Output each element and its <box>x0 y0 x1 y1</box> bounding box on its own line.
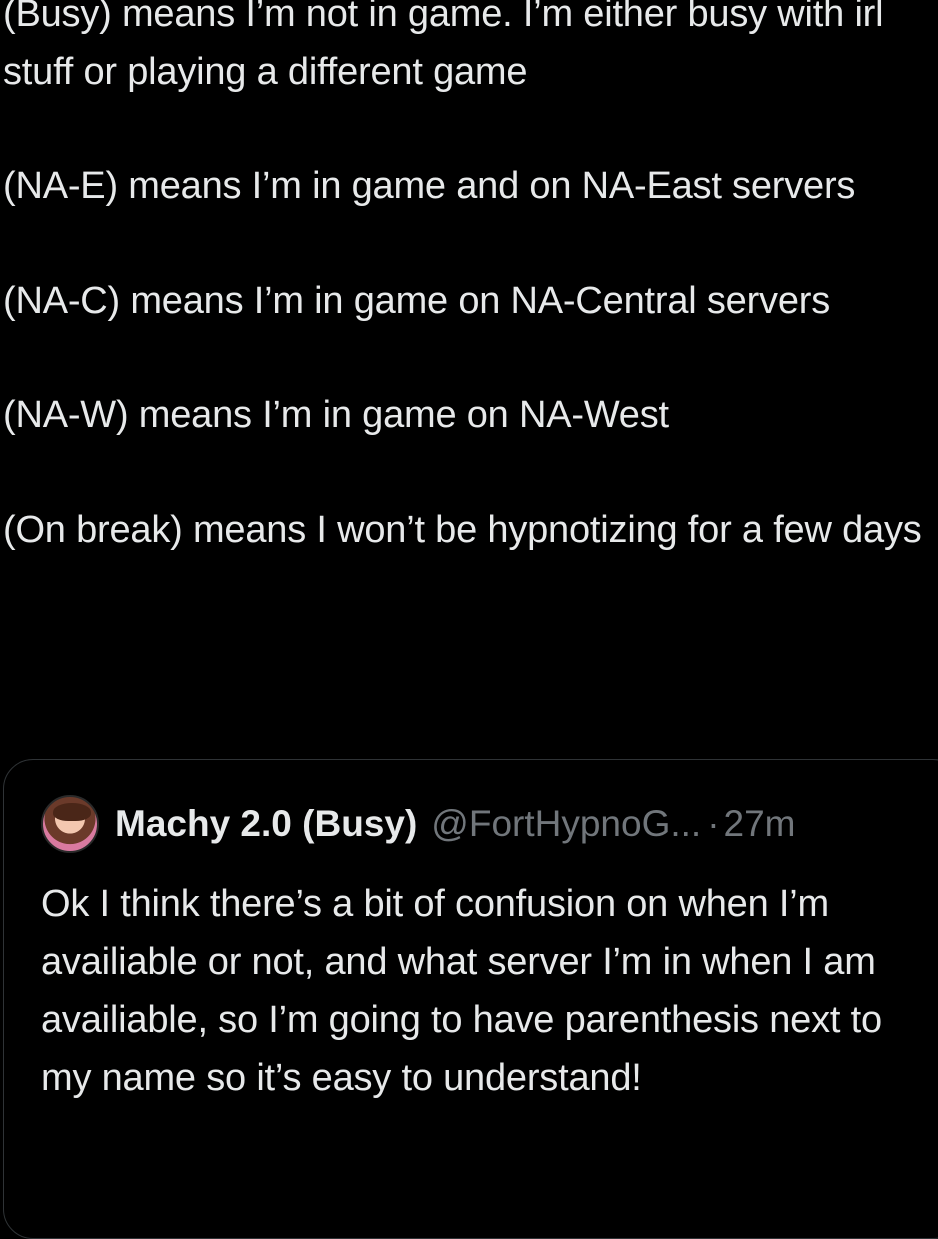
tweet-text: (Busy) means I’m not in game. I’m either… <box>3 0 935 559</box>
tweet-paragraph-busy: (Busy) means I’m not in game. I’m either… <box>3 0 884 93</box>
tweet-paragraph-on-break: (On break) means I won’t be hypnotizing … <box>3 508 922 551</box>
quoted-timestamp[interactable]: 27m <box>724 803 796 845</box>
quoted-handle[interactable]: @FortHypnoG... <box>431 803 701 845</box>
quoted-tweet-header: Machy 2.0 (Busy) @FortHypnoG... · 27m <box>41 795 796 853</box>
quoted-tweet-card[interactable]: Machy 2.0 (Busy) @FortHypnoG... · 27m Ok… <box>3 759 938 1239</box>
tweet-paragraph-na-west: (NA-W) means I’m in game on NA-West <box>3 394 669 436</box>
tweet-paragraph-na-east: (NA-E) means I’m in game and on NA-East … <box>3 165 856 207</box>
tweet-paragraph-na-central: (NA-C) means I’m in game on NA-Central s… <box>3 279 831 322</box>
separator-dot: · <box>707 803 720 844</box>
quoted-tweet-text: Ok I think there’s a bit of confusion on… <box>41 883 882 1099</box>
quoted-display-name[interactable]: Machy 2.0 (Busy) <box>115 803 417 845</box>
avatar[interactable] <box>41 795 99 853</box>
